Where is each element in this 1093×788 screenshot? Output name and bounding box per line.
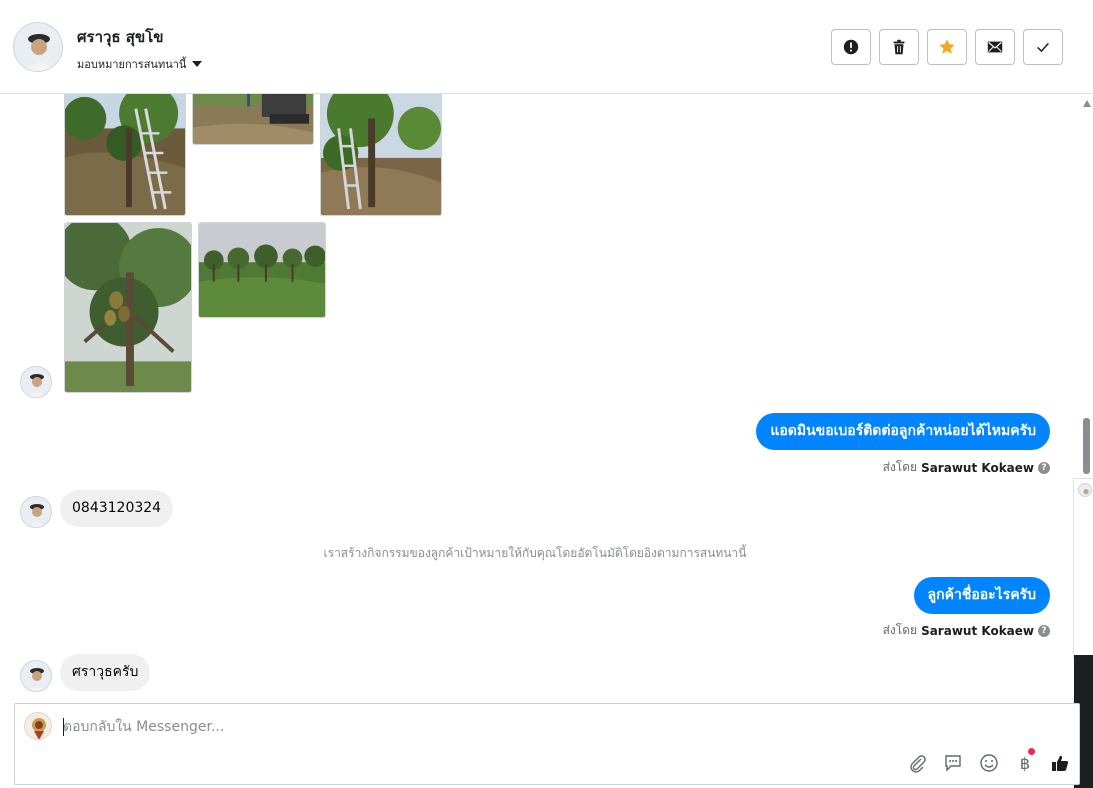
envelope-icon xyxy=(987,41,1003,53)
message-photo[interactable] xyxy=(64,222,192,393)
conversation-header: ศราวุธ สุขโข มอบหมายการสนทนานี้ xyxy=(0,0,1093,94)
sent-by-prefix: ส่งโดย xyxy=(882,623,918,637)
contact-name[interactable]: ศราวุธ สุขโข xyxy=(77,25,164,49)
message-photo[interactable] xyxy=(192,94,314,145)
alert-icon xyxy=(843,39,859,55)
message-thread: แอดมินขอเบอร์ติดต่อลูกค้าหน่อยได้ไหมครับ… xyxy=(0,94,1080,700)
mark-unread-button[interactable] xyxy=(975,29,1015,65)
payment-button[interactable]: ฿ xyxy=(1013,748,1037,775)
spam-button[interactable] xyxy=(831,29,871,65)
outgoing-message[interactable]: แอดมินขอเบอร์ติดต่อลูกค้าหน่อยได้ไหมครับ xyxy=(756,413,1050,450)
notification-dot xyxy=(1028,748,1035,755)
baht-icon: ฿ xyxy=(1019,753,1031,773)
scrollbar-thumb[interactable] xyxy=(1083,418,1090,474)
system-note: เราสร้างกิจกรรมของลูกค้าเป้าหมายให้กับคุ… xyxy=(323,546,747,560)
done-button[interactable] xyxy=(1023,29,1063,65)
message-photo[interactable] xyxy=(64,94,186,216)
contact-avatar-small xyxy=(20,660,52,692)
sent-by-name: Sarawut Kokaew xyxy=(921,460,1034,475)
like-button[interactable] xyxy=(1048,751,1072,775)
side-panel-avatar xyxy=(1078,483,1092,497)
incoming-message[interactable]: 0843120324 xyxy=(60,490,174,527)
message-icon xyxy=(945,755,961,772)
reply-input[interactable] xyxy=(63,716,763,738)
emoji-icon xyxy=(980,754,998,772)
delete-button[interactable] xyxy=(879,29,919,65)
emoji-button[interactable] xyxy=(977,751,1001,775)
chevron-down-icon xyxy=(192,61,203,67)
side-panel-edge xyxy=(1073,478,1093,658)
trash-icon xyxy=(893,39,905,55)
paperclip-icon xyxy=(910,755,926,773)
contact-avatar-small xyxy=(20,366,52,398)
star-icon xyxy=(939,39,955,54)
sent-by-label: ส่งโดย Sarawut Kokaew ? xyxy=(883,621,1050,640)
checkmark-icon xyxy=(1037,42,1049,53)
star-button[interactable] xyxy=(927,29,967,65)
scroll-up-arrow-icon[interactable] xyxy=(1083,100,1091,107)
page-avatar xyxy=(24,712,52,740)
message-photo[interactable] xyxy=(320,94,442,216)
text-cursor xyxy=(63,718,64,736)
saved-replies-button[interactable] xyxy=(941,751,965,775)
contact-avatar-small xyxy=(20,496,52,528)
outgoing-message[interactable]: ลูกค้าชื่ออะไรครับ xyxy=(913,577,1050,614)
incoming-message[interactable]: ศราวุธครับ xyxy=(60,654,151,691)
reply-composer: ฿ xyxy=(14,703,1080,785)
thumbs-up-icon xyxy=(1052,755,1069,771)
contact-avatar[interactable] xyxy=(13,22,63,72)
sent-by-label: ส่งโดย Sarawut Kokaew ? xyxy=(883,458,1050,477)
assign-conversation-dropdown[interactable]: มอบหมายการสนทนานี้ xyxy=(77,55,203,73)
sent-by-name: Sarawut Kokaew xyxy=(921,623,1034,638)
help-icon[interactable]: ? xyxy=(1038,461,1050,474)
help-icon[interactable]: ? xyxy=(1038,624,1050,637)
assign-label: มอบหมายการสนทนานี้ xyxy=(77,58,187,71)
attach-button[interactable] xyxy=(905,751,929,775)
message-photo[interactable] xyxy=(198,222,326,318)
sent-by-prefix: ส่งโดย xyxy=(882,460,918,474)
